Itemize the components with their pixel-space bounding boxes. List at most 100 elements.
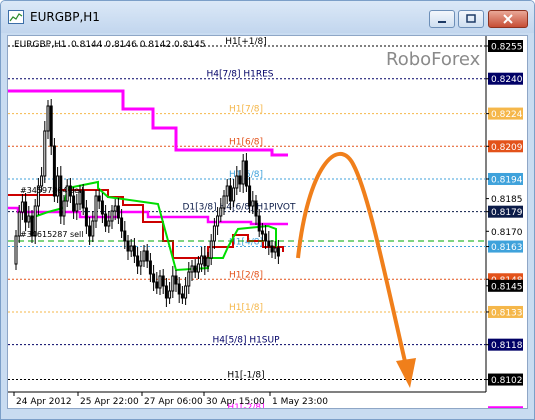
candle-body (190, 265, 194, 273)
price-label: 0.8224 (491, 110, 523, 120)
candle-body (62, 200, 66, 217)
candle-body (139, 260, 143, 267)
time-label: 27 Apr 06:00 (144, 397, 203, 407)
candle-body (24, 201, 28, 223)
candle-body (75, 203, 79, 212)
candle-body (193, 265, 197, 273)
candle-body (264, 233, 268, 242)
candle-body (203, 255, 207, 267)
candle-body (158, 275, 162, 289)
candle-body (235, 175, 239, 189)
candle-body (228, 185, 232, 202)
candle-body (27, 215, 31, 223)
roboforex-watermark: RoboForex (386, 49, 481, 70)
candle-body (206, 257, 210, 267)
chart-window-icon (8, 10, 24, 24)
time-label: 1 May 23:00 (272, 397, 328, 407)
chart-ohlc: 0.8144 0.8146 0.8142 0.8145 (71, 40, 206, 50)
restore-icon (466, 14, 476, 23)
level-label: H4[5/8] H1SUP (212, 336, 280, 346)
level-label: H1[+1/8] (225, 37, 267, 47)
candle-body (110, 210, 114, 222)
candle-body (200, 255, 204, 265)
candle-body (238, 175, 242, 185)
candle-body (155, 281, 159, 289)
candle-body (145, 250, 149, 262)
candle-body (107, 220, 111, 227)
level-label: H1[6/8] (229, 137, 263, 147)
candle-body (113, 205, 117, 212)
candle-body (273, 247, 277, 253)
candle-body (100, 200, 104, 215)
candle-body (222, 195, 226, 209)
price-chart[interactable]: EURGBP,H1 0.8144 0.8146 0.8142 0.8145 Ro… (8, 36, 527, 419)
candle-body (14, 235, 18, 265)
candle-body (241, 160, 245, 185)
price-axis-labels: 0.8255 0.8240 0.8224 0.8209 0.8194 0.8185 0.81… (486, 40, 523, 419)
level-label: H4[7/8] H1RES (206, 70, 273, 80)
candle-body (251, 200, 255, 207)
price-label: 0.8179 (491, 208, 523, 218)
chart-symbol: EURGBP,H1 (14, 40, 66, 50)
price-label: 0.8170 (491, 228, 523, 238)
time-axis-labels: 24 Apr 2012 25 Apr 22:00 27 Apr 06:00 30 Ap… (13, 392, 328, 407)
restore-button[interactable] (458, 10, 484, 28)
price-label: 0.8209 (491, 143, 523, 153)
candle-body (267, 240, 271, 247)
candle-body (168, 290, 172, 299)
minimize-button[interactable] (429, 10, 455, 28)
candle-body (88, 225, 92, 237)
price-label: 0.8102 (491, 376, 523, 386)
price-label: 0.8145 (491, 282, 523, 292)
candle-body (152, 273, 156, 283)
candle-body (136, 255, 140, 267)
level-label: D1[3/8] H4[6/8] H1PIVOT (182, 203, 296, 213)
candle-body (94, 195, 98, 222)
candle-body (260, 230, 264, 235)
time-label: 30 Apr 15:00 (206, 397, 265, 407)
title-bar[interactable]: EURGBP,H1 (1, 1, 534, 33)
candle-body (257, 215, 261, 232)
candle-body (184, 285, 188, 299)
candle-body (126, 240, 130, 252)
red-trend-line (8, 189, 284, 259)
price-label: 0.8133 (491, 308, 523, 318)
candle-body (97, 195, 101, 202)
candle-body (132, 245, 136, 257)
candle-body (212, 225, 216, 242)
candle-body (171, 275, 175, 292)
close-button[interactable] (488, 10, 528, 28)
candle-body (20, 201, 24, 213)
candle-body (174, 275, 178, 285)
trade-annotation-1: #34597804 sell (20, 186, 84, 195)
candle-body (129, 245, 133, 252)
close-icon (503, 14, 513, 24)
price-label: 0.8194 (491, 175, 523, 185)
candle-body (84, 207, 88, 227)
candle-body (123, 230, 127, 242)
candle-body (164, 285, 168, 299)
price-label-box (488, 406, 523, 419)
candle-body (72, 195, 76, 212)
level-label: H1[-1/8] (227, 371, 264, 381)
time-label: 25 Apr 22:00 (80, 397, 139, 407)
candle-body (180, 293, 184, 299)
candle-body (161, 275, 165, 287)
level-label: H1[4/8] (229, 238, 263, 248)
window-title: EURGBP,H1 (30, 10, 100, 24)
candle-body (120, 217, 124, 232)
price-label: 0.8240 (491, 75, 523, 85)
candle-body (248, 185, 252, 207)
candle-body (49, 105, 53, 147)
level-label: H1[7/8] (229, 105, 263, 115)
forecast-arrow (296, 151, 416, 388)
candle-body (148, 260, 152, 275)
price-label: 0.8185 (491, 195, 523, 205)
candle-body (276, 247, 280, 257)
trade-annotation-2: #34615287 sell (20, 230, 84, 239)
candle-body (177, 283, 181, 295)
candle-body (225, 185, 229, 197)
candle-body (187, 271, 191, 287)
chart-area[interactable]: EURGBP,H1 0.8144 0.8146 0.8142 0.8145 Ro… (7, 35, 528, 419)
candle-body (40, 175, 44, 187)
